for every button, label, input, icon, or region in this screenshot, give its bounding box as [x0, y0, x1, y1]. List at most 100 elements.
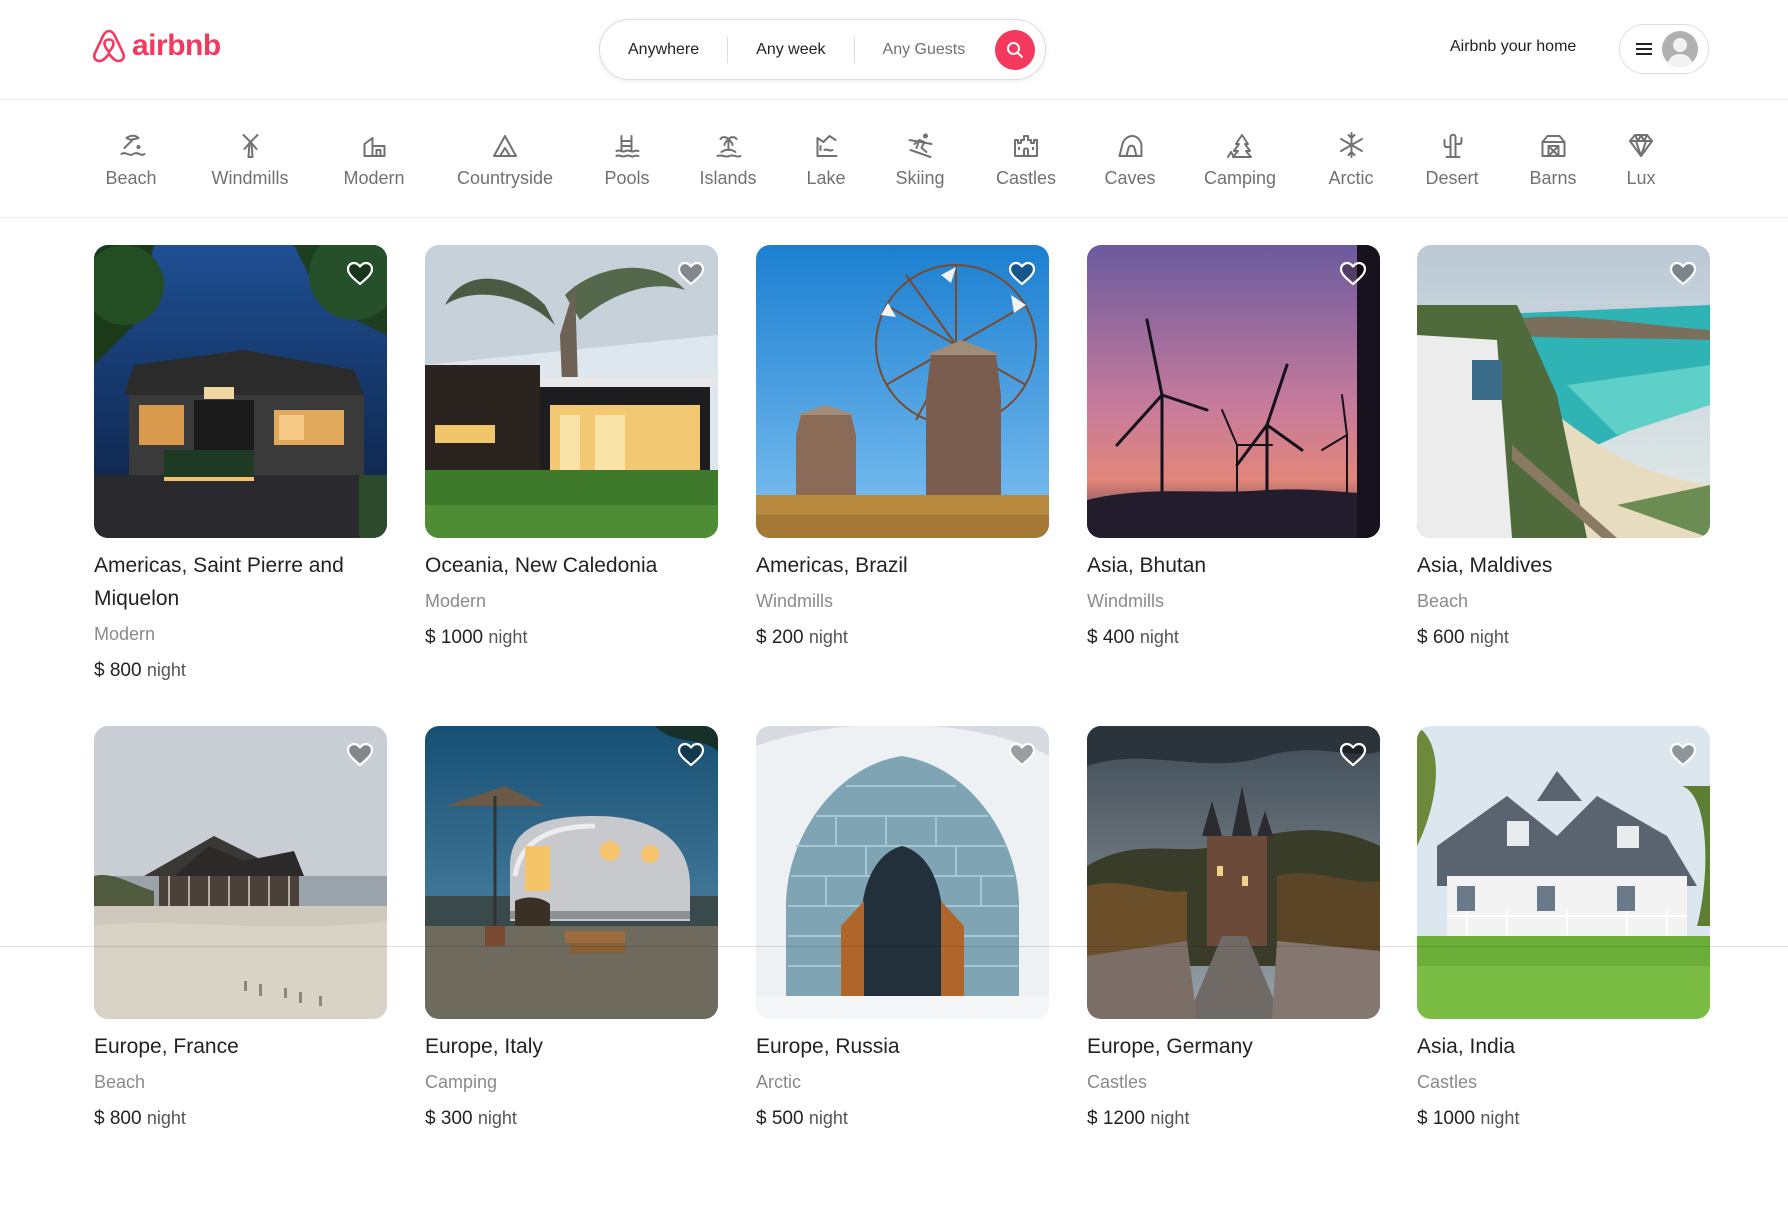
category-label: Islands	[699, 168, 757, 188]
listing-card[interactable]: Oceania, New Caledonia Modern $ 1000 night	[425, 245, 718, 650]
listing-photo[interactable]	[425, 726, 718, 1019]
category-castles[interactable]: Castles	[996, 130, 1056, 189]
listing-category: Camping	[425, 1072, 498, 1092]
listing-price-row: $ 200 night	[756, 625, 1049, 650]
listing-category: Modern	[425, 591, 487, 611]
listing-card[interactable]: Asia, India Castles $ 1000 night	[1417, 726, 1710, 1131]
listing-card[interactable]: Europe, France Beach $ 800 night	[94, 726, 387, 1131]
listing-category: Windmills	[1087, 591, 1165, 611]
heart-icon[interactable]	[676, 740, 706, 768]
category-desert[interactable]: Desert	[1425, 130, 1479, 189]
category-caves[interactable]: Caves	[1104, 130, 1156, 189]
listing-price-row: $ 800 night	[94, 1106, 387, 1131]
listing-price-row: $ 500 night	[756, 1106, 1049, 1131]
listing-price: $ 400	[1087, 627, 1135, 648]
listing-photo[interactable]	[425, 245, 718, 538]
category-lux[interactable]: Lux	[1626, 130, 1656, 189]
listing-card[interactable]: Americas, Brazil Windmills $ 200 night	[756, 245, 1049, 650]
heart-icon[interactable]	[1668, 259, 1698, 287]
search-icon	[1007, 42, 1023, 58]
category-islands[interactable]: Islands	[699, 130, 757, 189]
category-label: Arctic	[1328, 168, 1374, 188]
listing-price-row: $ 400 night	[1087, 625, 1380, 650]
category-label: Windmills	[211, 168, 289, 188]
listing-photo[interactable]	[1087, 726, 1380, 1019]
listing-card[interactable]: Europe, Germany Castles $ 1200 night	[1087, 726, 1380, 1131]
listing-card[interactable]: Asia, Bhutan Windmills $ 400 night	[1087, 245, 1380, 650]
listing-price: $ 1200	[1087, 1108, 1146, 1129]
listing-location: Europe, France	[94, 1035, 239, 1058]
listing-location: Europe, Italy	[425, 1035, 543, 1058]
listing-price-unit: night	[808, 627, 848, 647]
category-camping[interactable]: Camping	[1204, 130, 1276, 189]
listing-card[interactable]: Americas, Saint Pierre and Miquelon Moder…	[94, 245, 387, 683]
heart-icon[interactable]	[345, 259, 375, 287]
windmill-icon	[235, 130, 265, 160]
heart-icon[interactable]	[1668, 740, 1698, 768]
diamond-icon	[1626, 130, 1656, 160]
listing-photo[interactable]	[756, 245, 1049, 538]
airbnb-logo-icon	[92, 29, 126, 63]
heart-icon[interactable]	[345, 740, 375, 768]
user-menu-button[interactable]	[1619, 24, 1709, 74]
avatar-icon	[1662, 31, 1698, 67]
listing-photo[interactable]	[756, 726, 1049, 1019]
category-windmills[interactable]: Windmills	[211, 130, 289, 189]
search-button[interactable]	[995, 30, 1035, 70]
category-arctic[interactable]: Arctic	[1329, 130, 1374, 189]
search-when[interactable]: Any week	[727, 36, 853, 63]
listing-price-unit: night	[1469, 627, 1509, 647]
heart-icon[interactable]	[1007, 740, 1037, 768]
category-beach[interactable]: Beach	[105, 130, 157, 189]
camping-icon	[1225, 130, 1255, 160]
listing-price-row: $ 1000 night	[425, 625, 718, 650]
category-barns[interactable]: Barns	[1529, 130, 1577, 189]
listing-price-unit: night	[1139, 627, 1179, 647]
search-where[interactable]: Anywhere	[600, 37, 727, 63]
listing-photo[interactable]	[94, 245, 387, 538]
heart-icon[interactable]	[676, 259, 706, 287]
category-label: Desert	[1425, 168, 1479, 188]
listing-photo[interactable]	[1087, 245, 1380, 538]
category-label: Beach	[105, 168, 157, 188]
listing-photo[interactable]	[1417, 245, 1710, 538]
listing-category: Beach	[1417, 591, 1469, 611]
heart-icon[interactable]	[1338, 259, 1368, 287]
category-modern[interactable]: Modern	[343, 130, 405, 189]
listing-location: Europe, Germany	[1087, 1035, 1253, 1058]
listing-card[interactable]: Europe, Russia Arctic $ 500 night	[756, 726, 1049, 1131]
listing-price-unit: night	[146, 660, 186, 680]
airbnb-logo[interactable]: airbnb	[92, 28, 221, 64]
listing-location: Oceania, New Caledonia	[425, 554, 658, 577]
category-label: Countryside	[456, 168, 554, 188]
listing-location: Asia, Bhutan	[1087, 554, 1207, 577]
listing-card[interactable]: Asia, Maldives Beach $ 600 night	[1417, 245, 1710, 650]
listing-price-unit: night	[808, 1108, 848, 1128]
category-lake[interactable]: Lake	[806, 130, 846, 189]
listing-price-unit: night	[1480, 1108, 1520, 1128]
listing-photo[interactable]	[1417, 726, 1710, 1019]
airbnb-your-home-link[interactable]: Airbnb your home	[1450, 38, 1576, 56]
listing-price: $ 1000	[425, 627, 484, 648]
divider-line	[0, 946, 1788, 947]
island-icon	[713, 130, 743, 160]
listing-location: Americas, Saint Pierre and Miquelon	[94, 554, 344, 610]
category-pools[interactable]: Pools	[604, 130, 650, 189]
category-countryside[interactable]: Countryside	[457, 130, 553, 189]
listing-price: $ 300	[425, 1108, 473, 1129]
category-label: Modern	[343, 168, 405, 188]
listing-price: $ 500	[756, 1108, 804, 1129]
listing-price: $ 200	[756, 627, 804, 648]
category-label: Barns	[1529, 168, 1577, 188]
category-skiing[interactable]: Skiing	[895, 130, 945, 189]
listing-location: Asia, India	[1417, 1035, 1516, 1058]
listing-location: Asia, Maldives	[1417, 554, 1553, 577]
heart-icon[interactable]	[1007, 259, 1037, 287]
listing-card[interactable]: Europe, Italy Camping $ 300 night	[425, 726, 718, 1131]
heart-icon[interactable]	[1338, 740, 1368, 768]
search-guests[interactable]: Any Guests	[853, 36, 994, 63]
listing-photo[interactable]	[94, 726, 387, 1019]
listing-category: Modern	[94, 624, 156, 644]
search-bar[interactable]: Anywhere Any week Any Guests	[599, 19, 1046, 80]
brand-name: airbnb	[132, 29, 221, 62]
